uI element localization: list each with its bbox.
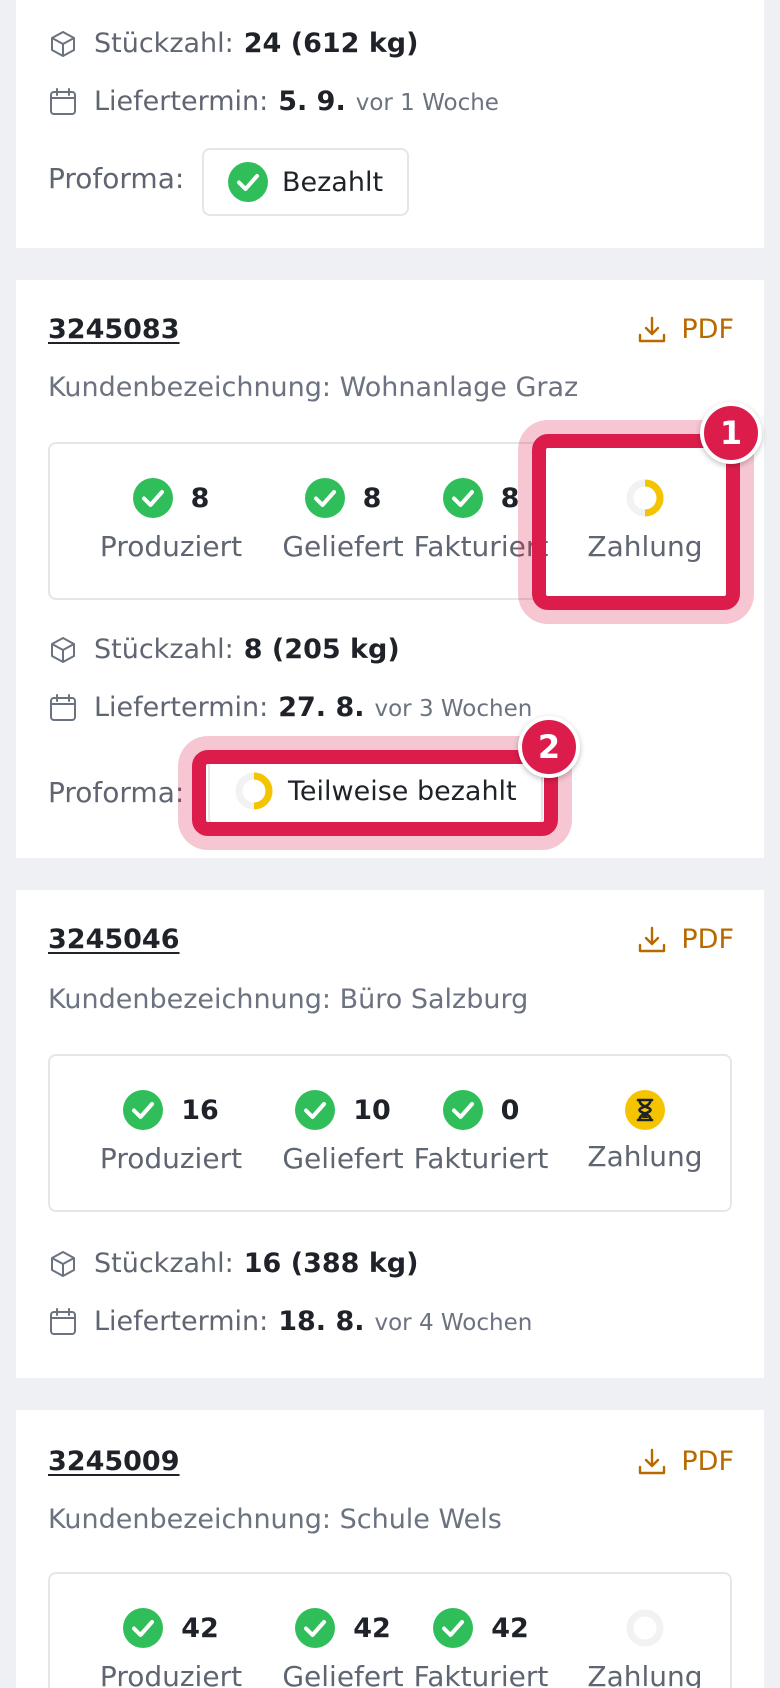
calendar-icon [48,87,78,117]
calendar-icon [48,1307,78,1337]
check-icon [123,1090,163,1130]
status-payment: Zahlung [560,1574,730,1688]
status-count: 0 [500,1094,520,1126]
status-count: 8 [362,482,382,514]
quantity-label: Stückzahl: [94,634,234,665]
status-count: 42 [181,1612,219,1644]
status-label: Produziert [99,1660,243,1688]
check-icon [305,478,345,518]
pdf-label: PDF [681,924,734,955]
delivery-row: Liefertermin: 5. 9. vor 1 Woche [48,86,499,117]
status-produced: 8 Produziert [86,444,256,598]
annotation-marker-2: 2 [518,716,580,778]
status-count: 42 [353,1612,391,1644]
quantity-row: Stückzahl: 8 (205 kg) [48,634,400,665]
box-icon [48,1249,78,1279]
status-label: Produziert [99,1142,243,1175]
status-overview: 8 Produziert 8 Geliefert 8 Fakturiert Za… [48,442,732,600]
status-payment: Zahlung [560,444,730,598]
pdf-label: PDF [681,314,734,345]
check-icon [123,1608,163,1648]
order-card: 3245009 PDF Kundenbezeichnung: Schule We… [16,1410,764,1688]
status-label: Zahlung [587,1660,703,1688]
proforma-label: Proforma: [48,776,185,809]
download-icon [637,1447,667,1477]
order-card: Stückzahl: 24 (612 kg) Liefertermin: 5. … [16,0,764,248]
delivery-row: Liefertermin: 27. 8. vor 3 Wochen [48,692,532,723]
quantity-label: Stückzahl: [94,1248,234,1279]
check-icon [433,1608,473,1648]
delivery-date: 27. 8. [278,692,365,723]
status-label: Zahlung [587,530,703,563]
check-icon [443,478,483,518]
check-icon [295,1090,335,1130]
quantity-value: 24 (612 kg) [243,28,419,59]
download-icon [637,315,667,345]
status-count: 10 [353,1094,391,1126]
status-label: Zahlung [587,1140,703,1173]
pdf-download-button[interactable]: PDF [637,924,734,955]
status-count: 16 [181,1094,219,1126]
pdf-download-button[interactable]: PDF [637,314,734,345]
status-produced: 16 Produziert [86,1056,256,1210]
customer-name: Kundenbezeichnung: Wohnanlage Graz [48,372,579,403]
pdf-label: PDF [681,1446,734,1477]
status-overview: 42 Produziert 42 Geliefert 42 Fakturiert… [48,1572,732,1688]
order-number-link[interactable]: 3245046 [48,924,180,955]
box-icon [48,29,78,59]
check-icon [228,162,268,202]
delivery-relative: vor 1 Woche [355,90,499,116]
delivery-relative: vor 3 Wochen [374,696,533,722]
delivery-relative: vor 4 Wochen [374,1310,533,1336]
status-label: Fakturiert [413,530,549,563]
delivery-label: Liefertermin: [94,692,269,723]
empty-circle-icon [625,1608,665,1648]
status-payment: Zahlung [560,1056,730,1210]
delivery-date: 18. 8. [278,1306,365,1337]
status-count: 8 [500,482,520,514]
customer-name: Kundenbezeichnung: Schule Wels [48,1504,502,1535]
order-number-link[interactable]: 3245009 [48,1446,180,1477]
check-icon [133,478,173,518]
status-label: Produziert [99,530,243,563]
pdf-download-button[interactable]: PDF [637,1446,734,1477]
hourglass-icon [625,1090,665,1130]
calendar-icon [48,693,78,723]
annotation-marker-1: 1 [700,402,762,464]
quantity-label: Stückzahl: [94,28,234,59]
customer-name: Kundenbezeichnung: Büro Salzburg [48,984,529,1015]
status-count: 8 [190,482,210,514]
order-card: 3245046 PDF Kundenbezeichnung: Büro Salz… [16,890,764,1378]
delivery-row: Liefertermin: 18. 8. vor 4 Wochen [48,1306,532,1337]
quantity-value: 8 (205 kg) [243,634,400,665]
download-icon [637,925,667,955]
proforma-status-badge: Bezahlt [202,148,410,216]
partial-payment-icon [625,478,665,518]
status-overview: 16 Produziert 10 Geliefert 0 Fakturiert … [48,1054,732,1212]
status-label: Fakturiert [413,1660,549,1688]
delivery-date: 5. 9. [278,86,346,117]
proforma-label: Proforma: [48,162,185,195]
quantity-row: Stückzahl: 16 (388 kg) [48,1248,418,1279]
proforma-status: Bezahlt [282,166,384,198]
quantity-row: Stückzahl: 24 (612 kg) [48,28,418,59]
status-count: 42 [491,1612,529,1644]
status-invoiced: 42 Fakturiert [396,1574,566,1688]
partial-payment-icon [234,771,274,811]
delivery-label: Liefertermin: [94,86,269,117]
status-label: Fakturiert [413,1142,549,1175]
check-icon [443,1090,483,1130]
status-produced: 42 Produziert [86,1574,256,1688]
proforma-status: Teilweise bezahlt [288,775,517,807]
box-icon [48,635,78,665]
status-invoiced: 0 Fakturiert [396,1056,566,1210]
check-icon [295,1608,335,1648]
order-number-link[interactable]: 3245083 [48,314,180,345]
delivery-label: Liefertermin: [94,1306,269,1337]
proforma-status-badge: Teilweise bezahlt [208,756,543,826]
status-invoiced: 8 Fakturiert [396,444,566,598]
quantity-value: 16 (388 kg) [243,1248,419,1279]
order-card: 3245083 PDF Kundenbezeichnung: Wohnanlag… [16,280,764,858]
